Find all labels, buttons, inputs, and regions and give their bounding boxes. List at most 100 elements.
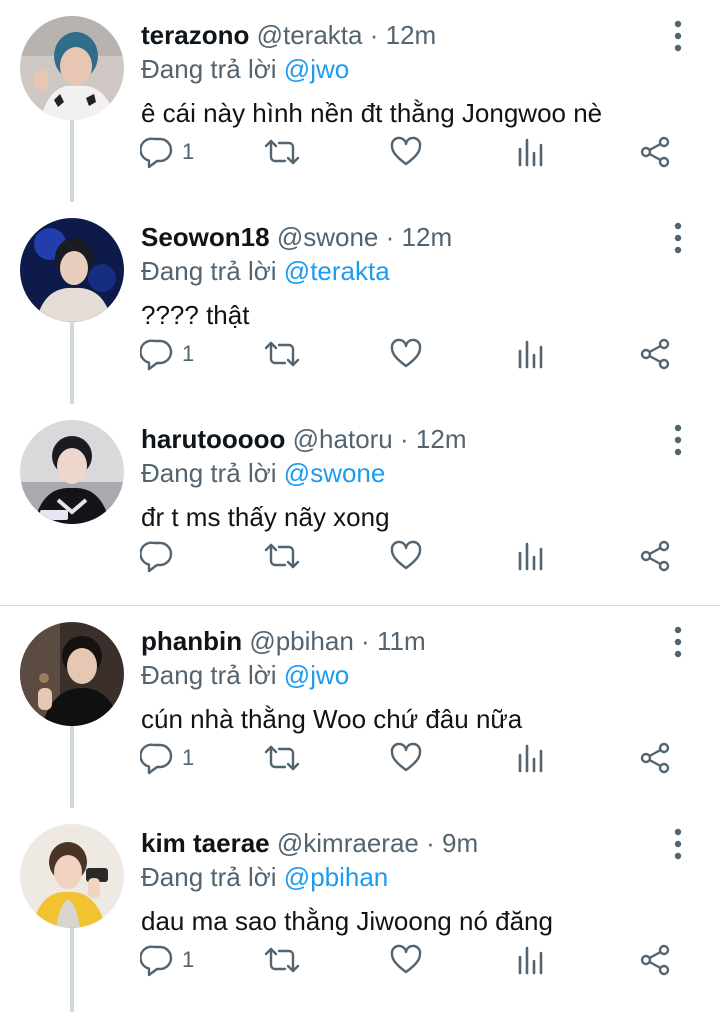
thread-line — [70, 322, 74, 404]
replying-to: Đang trả lời @jwo — [141, 658, 349, 692]
display-name[interactable]: kim taerae — [141, 828, 270, 858]
like-button[interactable] — [389, 336, 423, 372]
more-options-button[interactable] — [664, 826, 692, 862]
reply-button[interactable]: 1 — [140, 134, 194, 170]
analytics-button[interactable] — [515, 134, 545, 170]
thread-line — [70, 120, 74, 202]
separator-dot: · — [426, 828, 435, 858]
user-handle[interactable]: @terakta — [257, 20, 363, 50]
tweet[interactable]: kim taerae @kimraerae · 9m Đang trả lời … — [0, 808, 720, 1012]
retweet-button[interactable] — [263, 538, 301, 574]
more-options-button[interactable] — [664, 18, 692, 54]
more-vertical-icon — [674, 424, 682, 456]
tweet-text: đr t ms thấy nãy xong — [141, 502, 390, 532]
tweet-header: phanbin @pbihan · 11m — [141, 624, 426, 658]
display-name[interactable]: phanbin — [141, 626, 242, 656]
like-button[interactable] — [389, 740, 423, 776]
tweet[interactable]: Seowon18 @swone · 12m Đang trả lời @tera… — [0, 202, 720, 404]
share-icon — [640, 136, 670, 168]
like-button[interactable] — [389, 538, 423, 574]
analytics-button[interactable] — [515, 336, 545, 372]
like-button[interactable] — [389, 942, 423, 978]
mention-link[interactable]: @swone — [284, 458, 386, 488]
reply-count: 1 — [182, 947, 195, 972]
timestamp[interactable]: 11m — [377, 626, 426, 656]
more-vertical-icon — [674, 626, 682, 658]
tweet[interactable]: terazono @terakta · 12m Đang trả lời @jw… — [0, 0, 720, 202]
analytics-button[interactable] — [515, 538, 545, 574]
tweet[interactable]: harutooooo @hatoru · 12m Đang trả lời @s… — [0, 404, 720, 606]
mention-link[interactable]: @jwo — [284, 54, 349, 84]
analytics-icon — [518, 542, 543, 571]
tweet-text: ê cái này hình nền đt thằng Jongwoo nè — [141, 98, 603, 128]
replying-to-label: Đang trả lời — [141, 256, 277, 286]
user-handle[interactable]: @swone — [277, 222, 379, 252]
tweet-header: Seowon18 @swone · 12m — [141, 220, 452, 254]
share-button[interactable] — [638, 538, 672, 574]
reply-count: 1 — [182, 139, 195, 164]
separator-dot: · — [369, 20, 379, 50]
share-button[interactable] — [638, 336, 672, 372]
avatar[interactable] — [20, 824, 124, 928]
share-icon — [640, 540, 670, 572]
retweet-icon — [264, 543, 300, 569]
user-handle[interactable]: @hatoru — [293, 424, 393, 454]
reply-button[interactable] — [140, 538, 182, 574]
more-options-button[interactable] — [664, 220, 692, 256]
avatar[interactable] — [20, 420, 124, 524]
retweet-button[interactable] — [263, 336, 301, 372]
reply-icon — [140, 743, 173, 775]
share-button[interactable] — [638, 942, 672, 978]
timestamp[interactable]: 12m — [402, 222, 453, 252]
more-options-button[interactable] — [664, 624, 692, 660]
tweet-text: ???? thật — [141, 300, 250, 330]
timestamp[interactable]: 9m — [442, 828, 478, 858]
reply-button[interactable]: 1 — [140, 740, 194, 776]
avatar[interactable] — [20, 16, 124, 120]
reply-thread-feed: terazono @terakta · 12m Đang trả lời @jw… — [0, 0, 720, 1012]
reply-count: 1 — [182, 341, 195, 366]
timestamp[interactable]: 12m — [386, 20, 437, 50]
avatar[interactable] — [20, 622, 124, 726]
avatar[interactable] — [20, 218, 124, 322]
separator-dot: · — [361, 626, 370, 656]
separator-dot: · — [400, 424, 409, 454]
reply-icon — [140, 137, 173, 169]
display-name[interactable]: harutooooo — [141, 424, 285, 454]
like-button[interactable] — [389, 134, 423, 170]
mention-link[interactable]: @terakta — [284, 256, 390, 286]
analytics-button[interactable] — [515, 942, 545, 978]
replying-to-label: Đang trả lời — [141, 862, 277, 892]
mention-link[interactable]: @jwo — [284, 660, 349, 690]
share-icon — [640, 944, 670, 976]
more-options-button[interactable] — [664, 422, 692, 458]
display-name[interactable]: Seowon18 — [141, 222, 270, 252]
display-name[interactable]: terazono — [141, 20, 249, 50]
replying-to: Đang trả lời @pbihan — [141, 860, 388, 894]
retweet-button[interactable] — [263, 942, 301, 978]
reply-icon — [140, 945, 173, 977]
separator-dot: · — [385, 222, 395, 252]
tweet[interactable]: phanbin @pbihan · 11m Đang trả lời @jwo … — [0, 606, 720, 808]
replying-to: Đang trả lời @terakta — [141, 254, 390, 288]
user-handle[interactable]: @kimraerae — [277, 828, 419, 858]
share-button[interactable] — [638, 740, 672, 776]
replying-to-label: Đang trả lời — [141, 458, 277, 488]
retweet-icon — [264, 947, 300, 973]
retweet-button[interactable] — [263, 134, 301, 170]
reply-button[interactable]: 1 — [140, 942, 194, 978]
reply-icon — [140, 541, 173, 573]
analytics-icon — [518, 946, 543, 975]
thread-line — [70, 726, 74, 808]
timestamp[interactable]: 12m — [416, 424, 467, 454]
user-handle[interactable]: @pbihan — [249, 626, 353, 656]
retweet-button[interactable] — [263, 740, 301, 776]
replying-to-label: Đang trả lời — [141, 54, 277, 84]
reply-button[interactable]: 1 — [140, 336, 194, 372]
share-button[interactable] — [638, 134, 672, 170]
share-icon — [640, 338, 670, 370]
heart-icon — [390, 338, 422, 368]
share-icon — [640, 742, 670, 774]
analytics-button[interactable] — [515, 740, 545, 776]
mention-link[interactable]: @pbihan — [284, 862, 388, 892]
